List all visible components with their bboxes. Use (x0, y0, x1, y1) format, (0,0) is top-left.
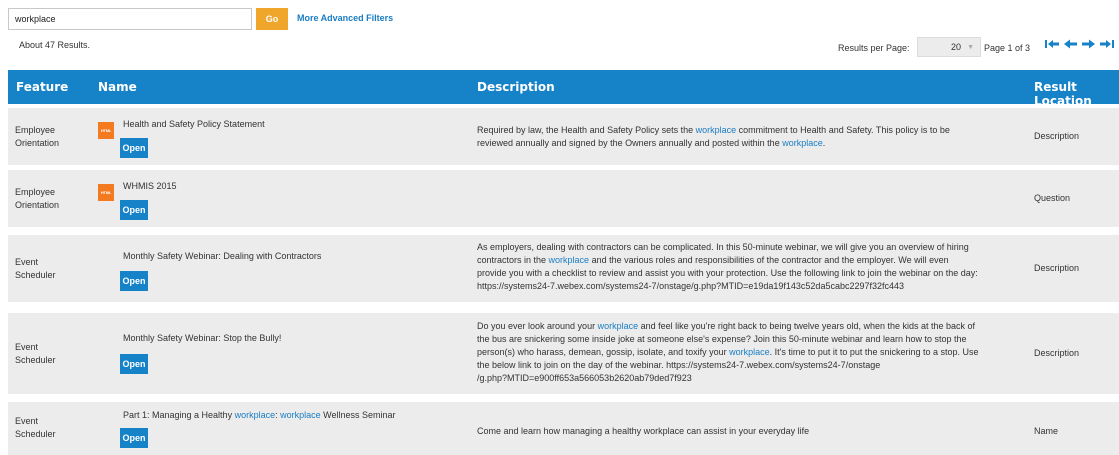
result-location: Description (1034, 263, 1080, 273)
search-term-highlight: workplace (695, 125, 737, 135)
column-header-description[interactable]: Description (477, 80, 555, 94)
result-location: Name (1034, 426, 1059, 436)
column-header-result-location[interactable]: Result Location (1034, 80, 1119, 108)
results-per-page-value: 20 (951, 42, 962, 52)
search-term-highlight: workplace (729, 347, 770, 357)
result-name: Health and Safety Policy Statement (123, 119, 265, 129)
pager (1045, 38, 1114, 50)
feature-cell: Event Scheduler (15, 257, 56, 280)
open-button[interactable]: Open (120, 138, 148, 158)
feature-cell: Event Scheduler (15, 416, 56, 439)
results-per-page-select[interactable]: 20 ▼ (917, 37, 981, 57)
feature-cell: Employee Orientation (15, 125, 60, 148)
column-header-feature[interactable]: Feature (16, 80, 68, 94)
table-row: Employee Orientation HTML Health and Safe… (8, 108, 1119, 165)
more-advanced-filters-link[interactable]: More Advanced Filters (297, 13, 393, 23)
result-location: Description (1034, 348, 1080, 358)
table-row: Event Scheduler Part 1: Managing a Health… (8, 402, 1119, 455)
open-button[interactable]: Open (120, 200, 148, 220)
feature-cell: Event Scheduler (15, 342, 56, 365)
results-per-page-label: Results per Page: (838, 43, 910, 53)
search-term-highlight: workplace (597, 321, 639, 331)
first-page-icon[interactable] (1045, 38, 1060, 50)
chevron-down-icon: ▼ (967, 43, 974, 51)
search-input[interactable] (8, 8, 252, 30)
column-header-name[interactable]: Name (98, 80, 137, 94)
table-row: Event Scheduler Monthly Safety Webinar: D… (8, 235, 1119, 302)
result-name: Monthly Safety Webinar: Dealing with Con… (123, 251, 322, 261)
html-file-icon: HTML (98, 122, 114, 139)
result-description: Come and learn how managing a healthy wo… (477, 426, 810, 436)
search-term-highlight: workplace (548, 255, 590, 265)
result-name: Part 1: Managing a Healthy workplace: wo… (123, 410, 396, 420)
next-page-icon[interactable] (1081, 38, 1096, 50)
page-info: Page 1 of 3 (984, 43, 1031, 53)
result-location: Description (1034, 131, 1080, 141)
search-term-highlight: workplace (234, 410, 276, 420)
result-location: Question (1034, 193, 1071, 203)
go-button[interactable]: Go (256, 8, 288, 30)
open-button[interactable]: Open (120, 271, 148, 291)
open-button[interactable]: Open (120, 354, 148, 374)
search-term-highlight: workplace (280, 410, 321, 420)
html-file-icon: HTML (98, 184, 114, 201)
result-name: Monthly Safety Webinar: Stop the Bully! (123, 333, 282, 343)
last-page-icon[interactable] (1099, 38, 1114, 50)
feature-cell: Employee Orientation (15, 187, 60, 210)
result-description: As employers, dealing with contractors c… (477, 242, 978, 291)
result-description: Do you ever look around your workplace a… (477, 321, 979, 383)
table-header: Feature Name Description Result Location (8, 70, 1119, 108)
table-row: Event Scheduler Monthly Safety Webinar: S… (8, 313, 1119, 394)
open-button[interactable]: Open (120, 428, 148, 448)
previous-page-icon[interactable] (1063, 38, 1078, 50)
search-term-highlight: workplace (782, 138, 823, 148)
results-count: About 47 Results. (19, 40, 91, 50)
result-name: WHMIS 2015 (123, 181, 177, 191)
table-row: Employee Orientation HTML WHMIS 2015 Open… (8, 170, 1119, 227)
result-description: Required by law, the Health and Safety P… (477, 125, 950, 148)
